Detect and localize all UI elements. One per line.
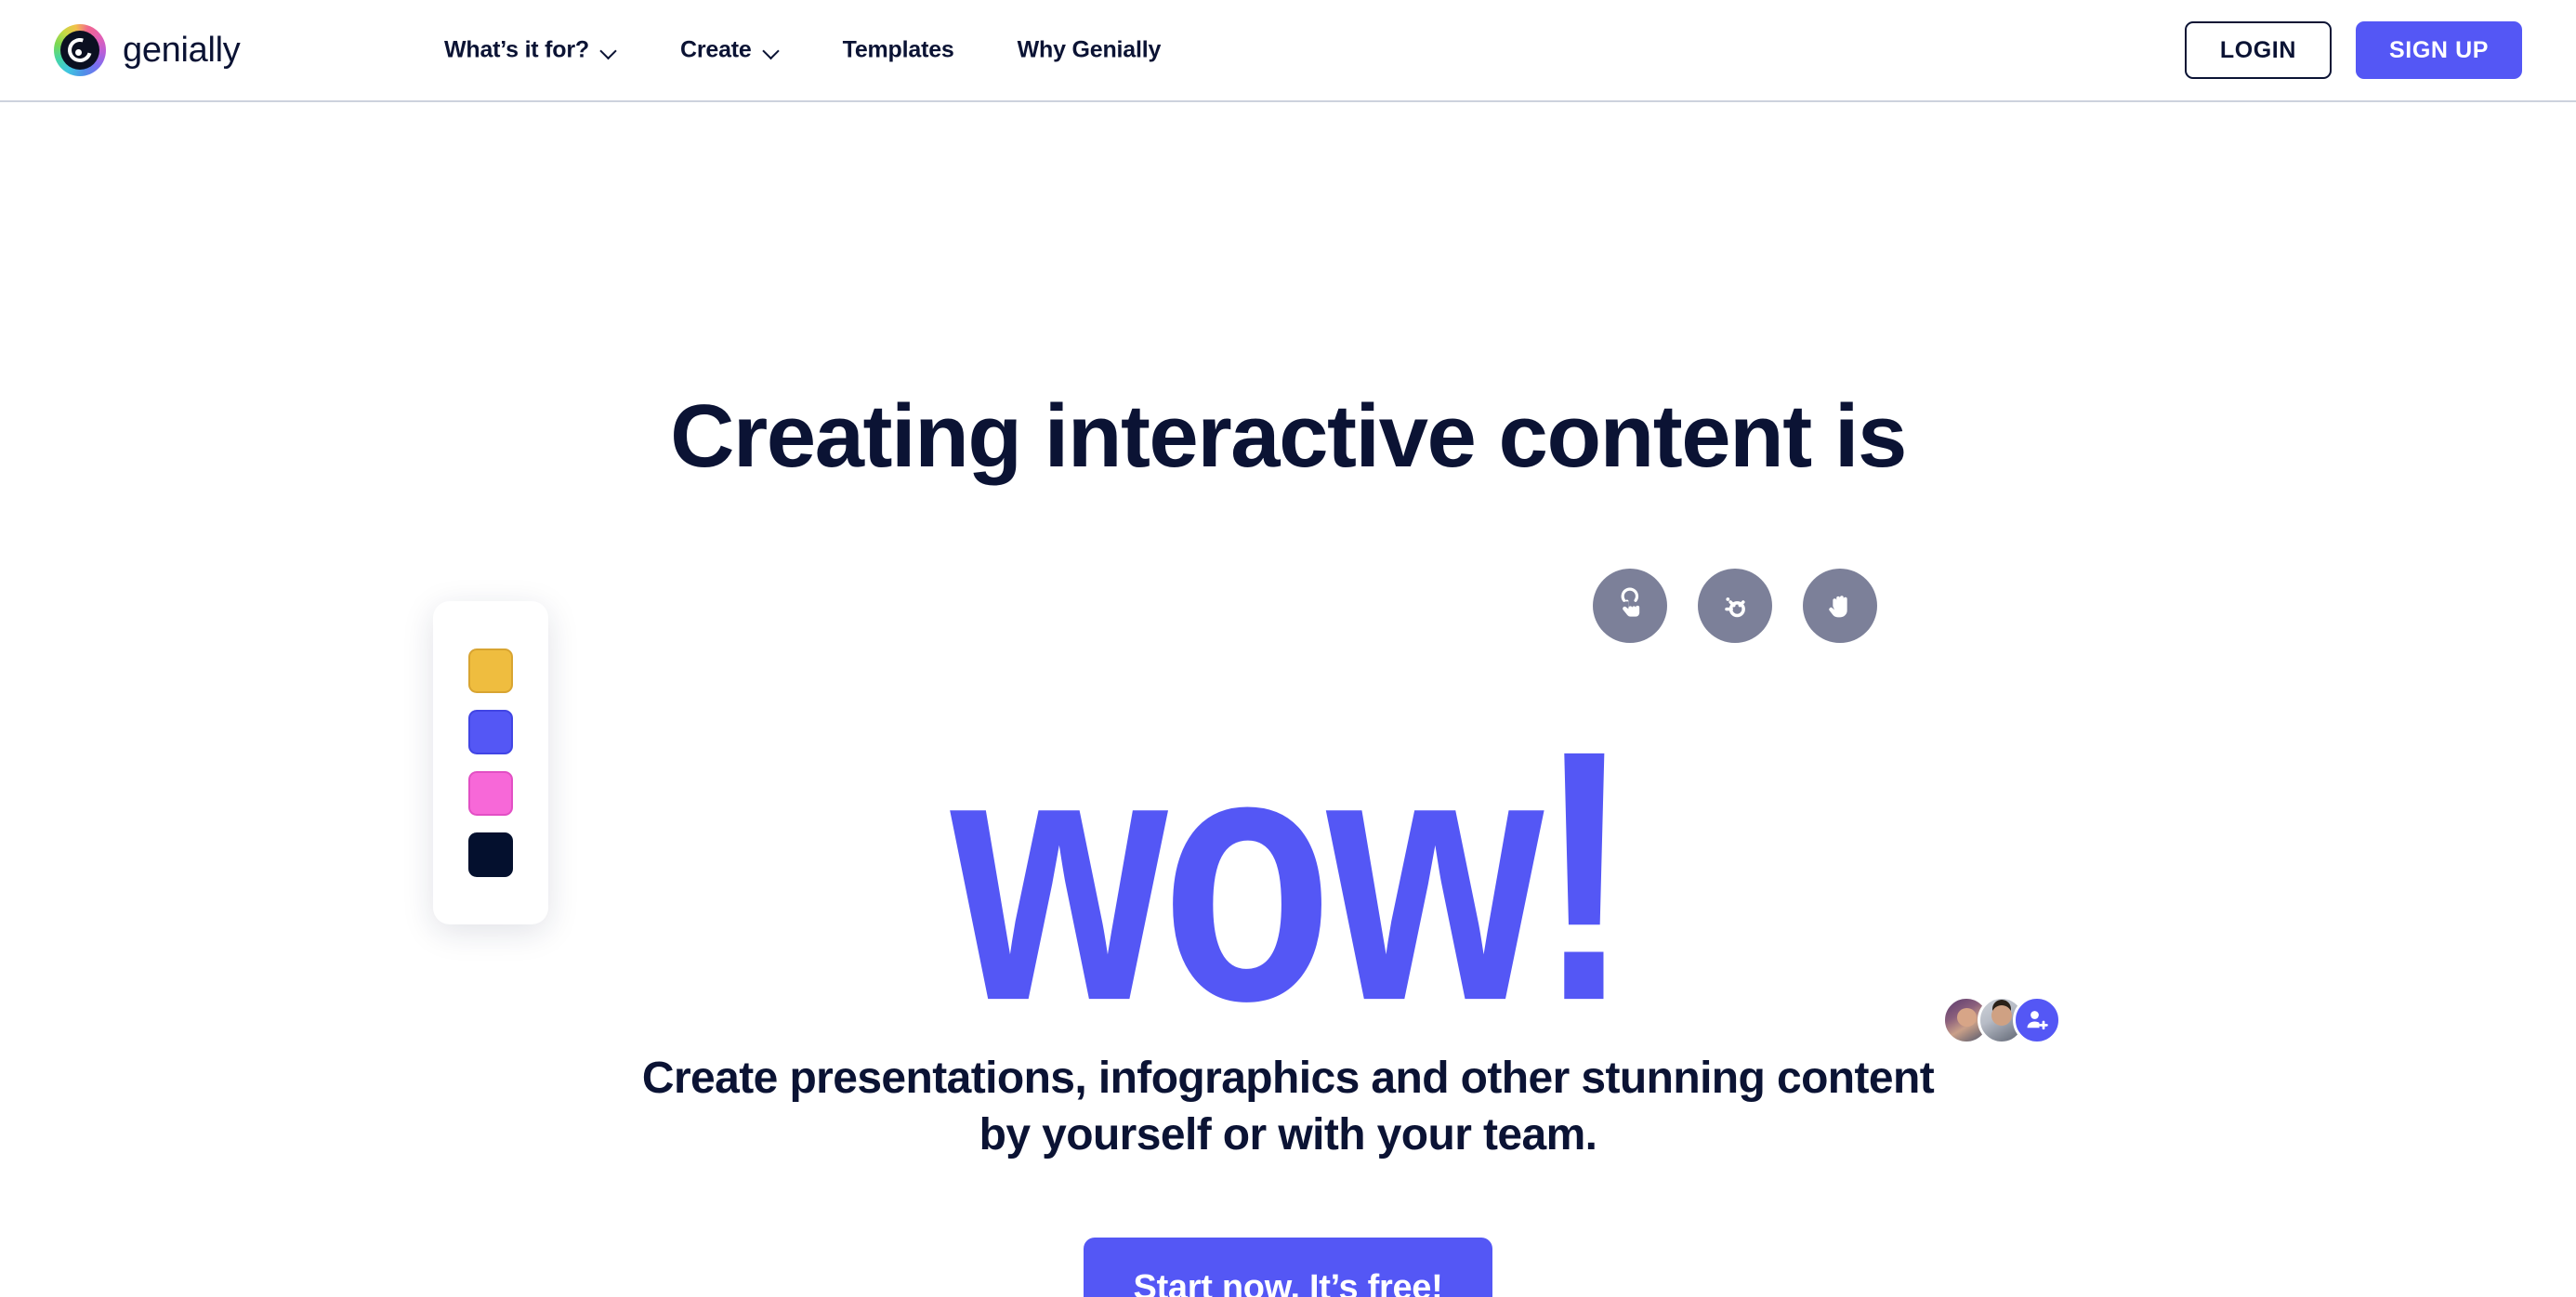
site-header: genially What’s it for? Create Templates… bbox=[0, 0, 2576, 102]
start-now-button[interactable]: Start now. It’s free! bbox=[1083, 1238, 1493, 1297]
nav-item-label: Why Genially bbox=[1017, 36, 1162, 63]
nav-item-templates[interactable]: Templates bbox=[843, 28, 954, 73]
tap-gesture-icon[interactable] bbox=[1593, 569, 1667, 643]
click-gesture-icon[interactable] bbox=[1698, 569, 1772, 643]
chevron-down-icon bbox=[763, 42, 780, 59]
hero-animated-word: wow! bbox=[951, 675, 1631, 1076]
signup-button[interactable]: SIGN UP bbox=[2356, 21, 2522, 79]
genially-logo-icon bbox=[54, 24, 106, 76]
gesture-buttons bbox=[1593, 569, 1877, 643]
nav-item-label: Create bbox=[679, 36, 752, 63]
nav-item-create[interactable]: Create bbox=[680, 28, 780, 73]
hand-drag-icon[interactable] bbox=[1803, 569, 1877, 643]
swatch-yellow[interactable] bbox=[468, 648, 513, 693]
chevron-down-icon bbox=[600, 42, 617, 59]
nav-item-why-genially[interactable]: Why Genially bbox=[1018, 28, 1162, 73]
login-button[interactable]: LOGIN bbox=[2184, 21, 2332, 79]
main-navigation: What’s it for? Create Templates Why Geni… bbox=[444, 28, 1161, 73]
brand-logo[interactable]: genially bbox=[54, 24, 241, 76]
header-actions: LOGIN SIGN UP bbox=[2184, 21, 2522, 79]
hero-section: Creating interactive content is wow! Cre… bbox=[0, 102, 2576, 1297]
nav-item-label: What’s it for? bbox=[444, 36, 589, 63]
collaborator-avatars bbox=[1942, 996, 2061, 1044]
nav-item-label: Templates bbox=[842, 36, 954, 63]
cta-container: Start now. It’s free! bbox=[0, 1238, 2576, 1297]
nav-item-whats-it-for[interactable]: What’s it for? bbox=[444, 28, 617, 73]
add-person-icon[interactable] bbox=[2013, 996, 2061, 1044]
brand-name: genially bbox=[123, 30, 241, 70]
hero-subtitle: Create presentations, infographics and o… bbox=[641, 1054, 1935, 1160]
page-title: Creating interactive content is bbox=[670, 386, 1907, 486]
